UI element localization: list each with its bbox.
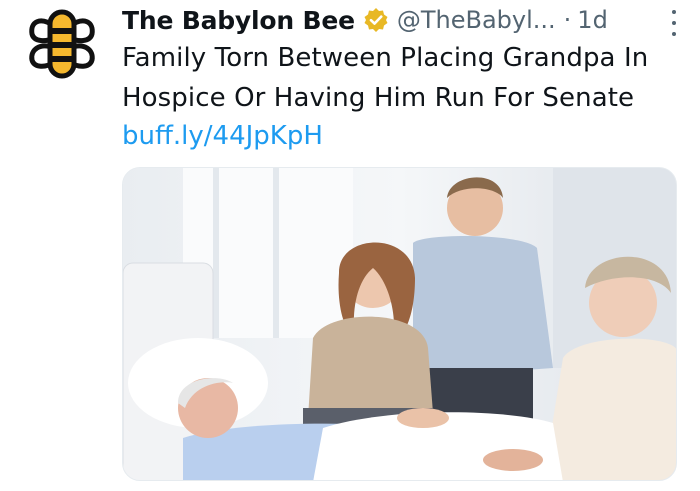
photo-family-bedside <box>123 168 676 480</box>
tweet[interactable]: The Babylon Bee @TheBabyl... · 1d Family… <box>0 0 700 491</box>
tweet-header: The Babylon Bee @TheBabyl... · 1d <box>122 2 676 38</box>
verified-badge-icon[interactable] <box>363 7 389 33</box>
tweet-text: Family Torn Between Placing Grandpa In H… <box>122 43 649 113</box>
tweet-media-image[interactable] <box>122 167 677 481</box>
profile-avatar[interactable] <box>26 8 98 80</box>
user-handle[interactable]: @TheBabyl... <box>397 6 556 34</box>
babylon-bee-logo-icon <box>29 9 95 79</box>
display-name[interactable]: The Babylon Bee <box>122 6 355 35</box>
tweet-timestamp[interactable]: 1d <box>577 6 608 34</box>
tweet-link[interactable]: buff.ly/44JpKpH <box>122 118 323 154</box>
separator-dot: · <box>563 6 572 34</box>
more-options-icon[interactable] <box>664 10 684 36</box>
